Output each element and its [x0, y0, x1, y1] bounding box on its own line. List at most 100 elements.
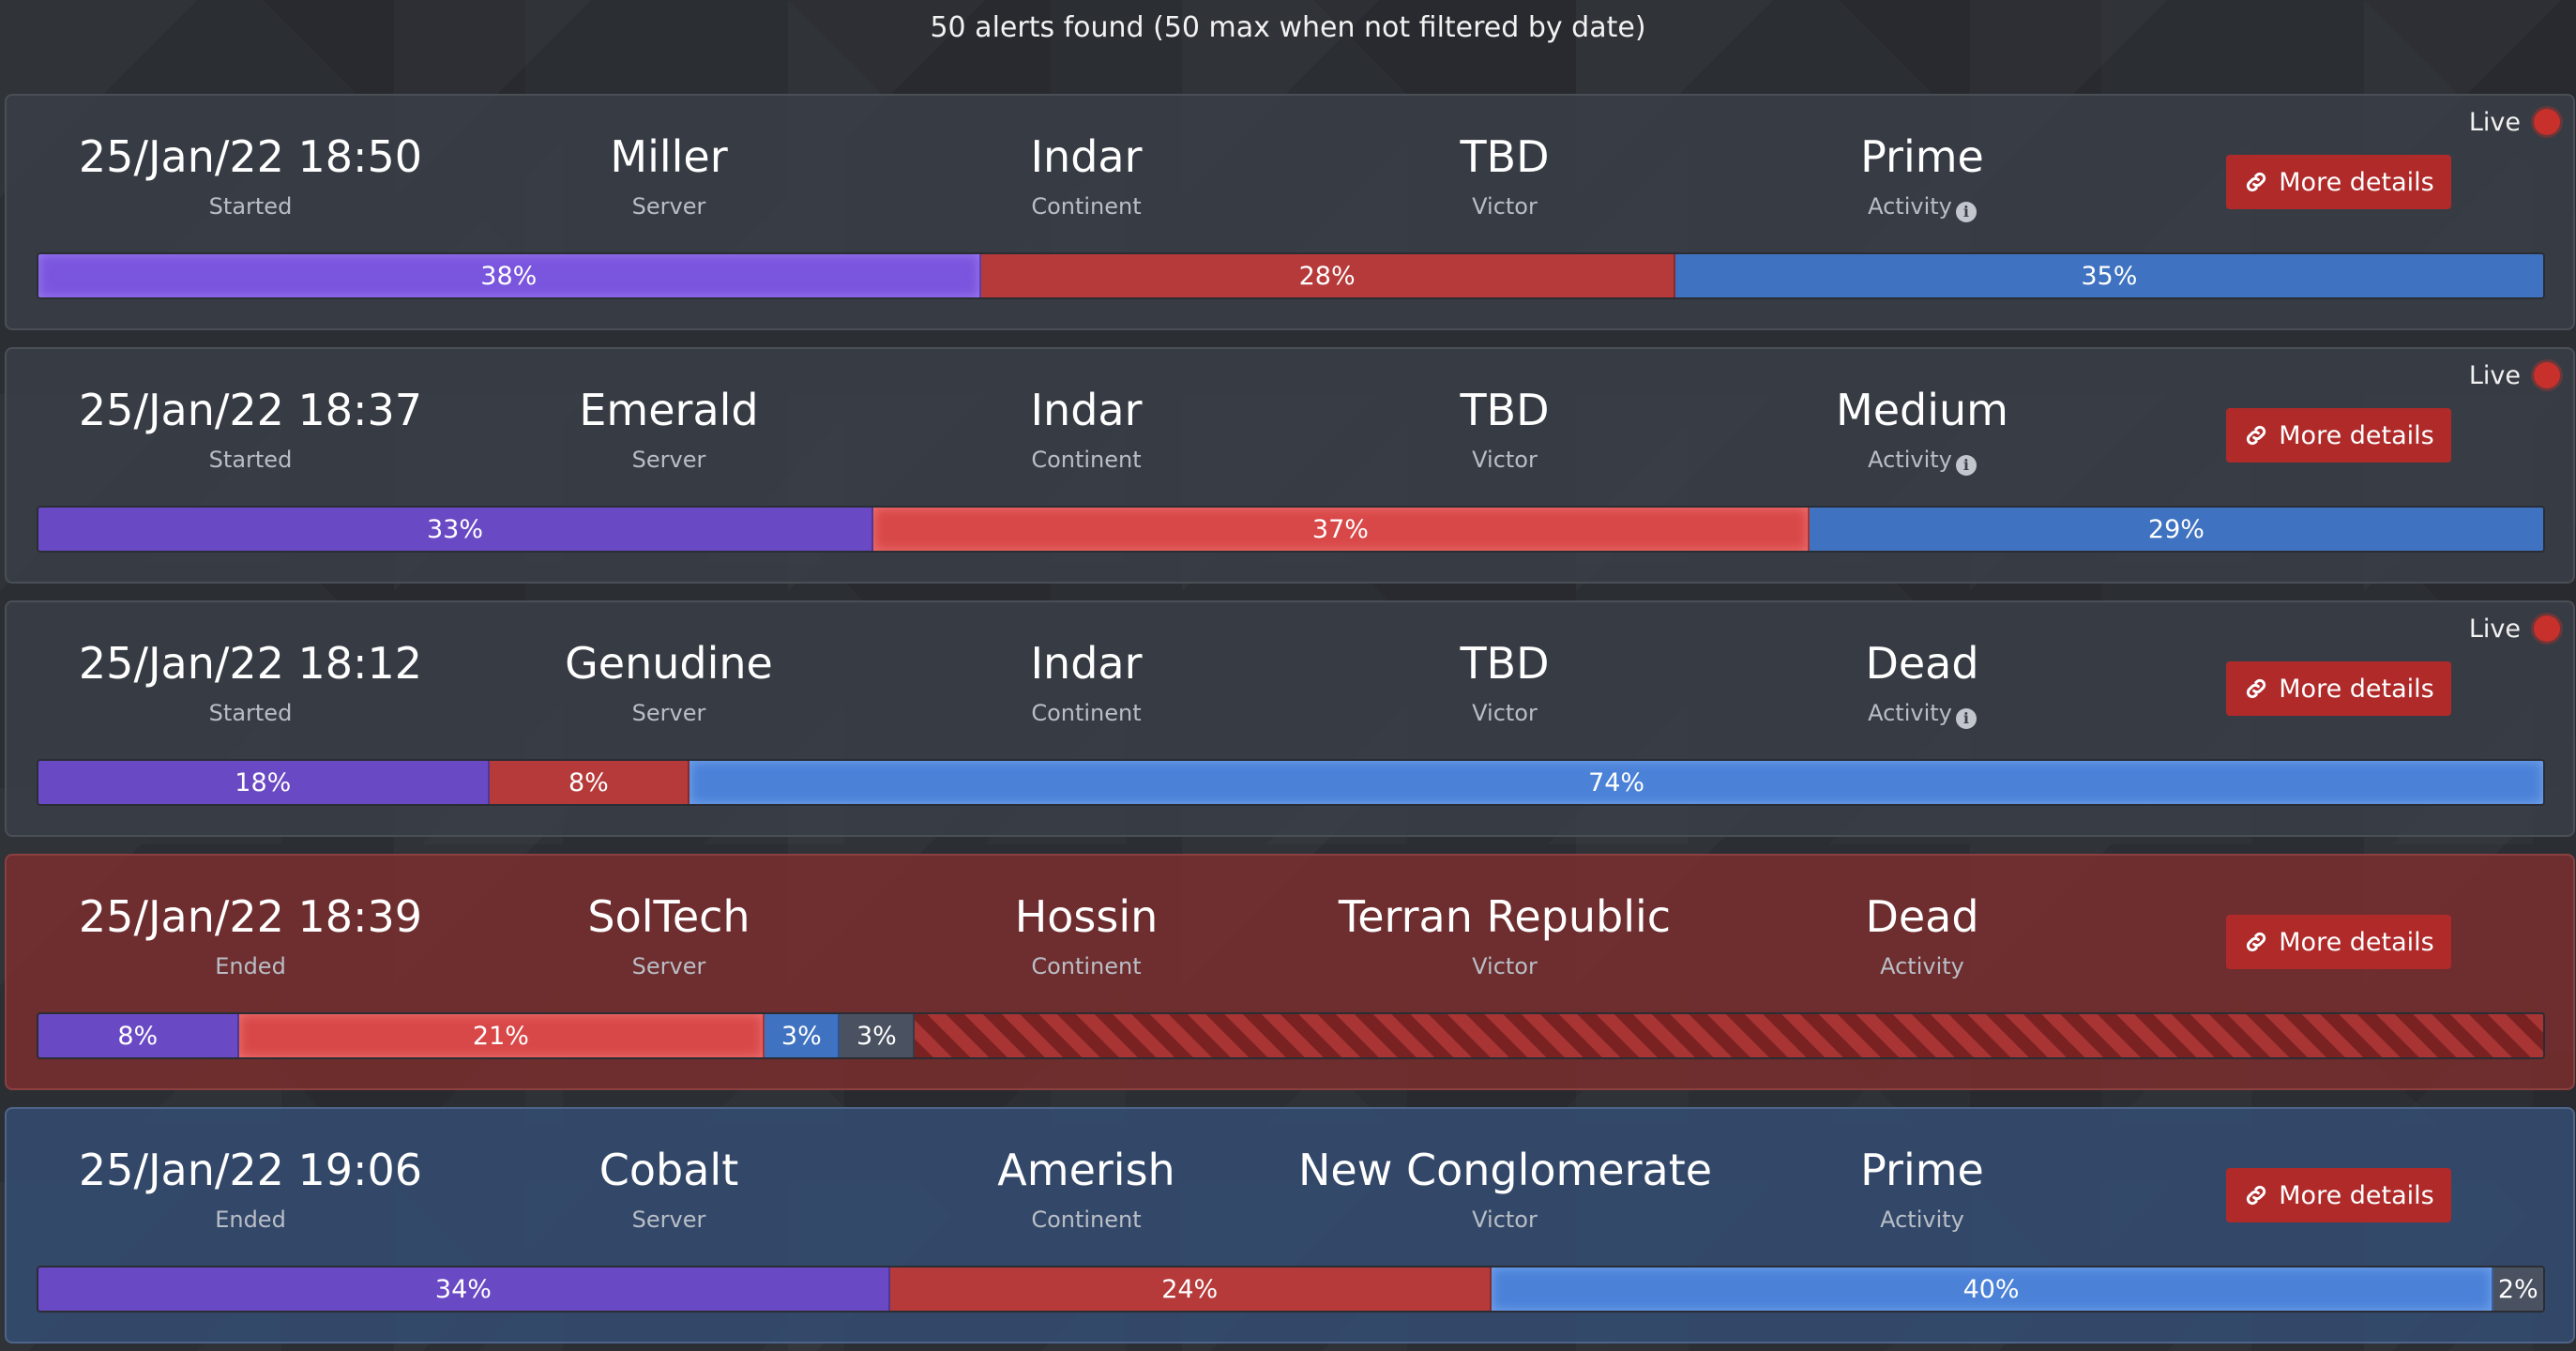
continent-name: Indar — [1030, 131, 1143, 182]
live-indicator: Live — [2469, 614, 2560, 644]
activity-label-text: Activity — [1880, 1207, 1964, 1233]
time-label: Ended — [215, 953, 286, 979]
time-label: Started — [208, 447, 293, 473]
victor-name: New Conglomerate — [1298, 1145, 1713, 1195]
link-icon — [2243, 1182, 2269, 1208]
alert-card: 25/Jan/22 19:06 Ended Cobalt Server Amer… — [5, 1107, 2575, 1343]
continent-label: Continent — [1031, 953, 1142, 979]
server-field: SolTech Server — [462, 889, 875, 983]
time-label: Started — [208, 700, 293, 726]
more-details-button[interactable]: More details — [2226, 1168, 2451, 1222]
server-name: SolTech — [587, 891, 750, 942]
bar-segment-nc: 3% — [765, 1014, 841, 1057]
link-icon — [2243, 929, 2269, 955]
bar-segment-nc: 35% — [1674, 254, 2543, 297]
bar-segment-ns: 3% — [840, 1014, 916, 1057]
alert-card: 25/Jan/22 18:12 Started Genudine Server … — [5, 600, 2575, 837]
activity-label-text: Activity — [1868, 447, 1952, 473]
more-details-label: More details — [2279, 1180, 2434, 1210]
victor-field: TBD Victor — [1298, 636, 1711, 730]
activity-level: Medium — [1836, 385, 2008, 435]
activity-level: Dead — [1865, 638, 1979, 689]
continent-field: Indar Continent — [880, 129, 1293, 223]
more-details-button[interactable]: More details — [2226, 408, 2451, 463]
server-field: Cobalt Server — [462, 1143, 875, 1237]
link-icon — [2243, 169, 2269, 195]
continent-label: Continent — [1031, 1207, 1142, 1233]
alert-card: 25/Jan/22 18:50 Started Miller Server In… — [5, 94, 2575, 330]
bar-segment-tr: 21% — [238, 1014, 765, 1057]
continent-name: Hossin — [1014, 891, 1159, 942]
bar-segment-ns: 2% — [2493, 1268, 2543, 1311]
bar-segment-vs: 34% — [38, 1268, 890, 1311]
bar-segment-nc: 29% — [1809, 508, 2543, 551]
continent-field: Amerish Continent — [880, 1143, 1293, 1237]
population-bar: 33% 37% 29% — [37, 506, 2545, 553]
population-bar: 38% 28% 35% — [37, 252, 2545, 299]
alert-time: 25/Jan/22 18:50 — [78, 131, 423, 182]
victor-label: Victor — [1472, 1207, 1538, 1233]
continent-label: Continent — [1031, 447, 1142, 473]
activity-level: Prime — [1860, 131, 1984, 182]
activity-level: Dead — [1865, 891, 1979, 942]
live-label: Live — [2468, 614, 2521, 644]
victor-field: TBD Victor — [1298, 129, 1711, 223]
info-icon[interactable]: i — [1955, 708, 1977, 729]
alert-time: 25/Jan/22 18:39 — [78, 891, 423, 942]
alert-time: 25/Jan/22 18:37 — [78, 385, 423, 435]
continent-name: Indar — [1030, 638, 1143, 689]
more-details-button[interactable]: More details — [2226, 661, 2451, 716]
bar-segment-vs: 18% — [38, 761, 490, 804]
victor-field: Terran Republic Victor — [1298, 889, 1711, 983]
victor-label: Victor — [1472, 953, 1538, 979]
live-indicator: Live — [2469, 107, 2560, 137]
activity-field: Prime Activity i — [1716, 129, 2129, 223]
more-details-button[interactable]: More details — [2226, 915, 2451, 969]
bar-segment-nc: 74% — [689, 761, 2543, 804]
time-field: 25/Jan/22 18:37 Started — [44, 383, 457, 477]
bar-segment-nc: 40% — [1491, 1268, 2493, 1311]
continent-label: Continent — [1031, 700, 1142, 726]
activity-label: Activity i — [1716, 696, 2129, 730]
alert-card: 25/Jan/22 18:37 Started Emerald Server I… — [5, 347, 2575, 584]
live-dot-icon — [2534, 615, 2560, 642]
bar-segment-tr: 8% — [489, 761, 690, 804]
bar-remaining-segment — [915, 1014, 2543, 1057]
activity-label-text: Activity — [1868, 700, 1952, 726]
server-field: Emerald Server — [462, 383, 875, 477]
server-label: Server — [631, 193, 706, 220]
server-label: Server — [631, 447, 706, 473]
more-details-button[interactable]: More details — [2226, 155, 2451, 209]
live-dot-icon — [2534, 109, 2560, 135]
server-name: Miller — [610, 131, 728, 182]
server-field: Genudine Server — [462, 636, 875, 730]
link-icon — [2243, 422, 2269, 448]
server-name: Cobalt — [599, 1145, 739, 1195]
victor-name: TBD — [1460, 385, 1550, 435]
alert-time: 25/Jan/22 18:12 — [78, 638, 423, 689]
activity-label: Activity i — [1716, 190, 2129, 223]
time-field: 25/Jan/22 18:39 Ended — [44, 889, 457, 983]
alert-card: 25/Jan/22 18:39 Ended SolTech Server Hos… — [5, 854, 2575, 1090]
victor-field: New Conglomerate Victor — [1298, 1143, 1713, 1237]
server-field: Miller Server — [462, 129, 875, 223]
server-label: Server — [631, 1207, 706, 1233]
continent-field: Indar Continent — [880, 383, 1293, 477]
victor-label: Victor — [1472, 700, 1538, 726]
continent-label: Continent — [1031, 193, 1142, 220]
info-icon[interactable]: i — [1955, 202, 1977, 222]
victor-label: Victor — [1472, 193, 1538, 220]
activity-label: Activity i — [1716, 443, 2129, 477]
more-details-label: More details — [2279, 674, 2434, 704]
victor-field: TBD Victor — [1298, 383, 1711, 477]
live-label: Live — [2468, 107, 2521, 137]
victor-name: TBD — [1460, 131, 1550, 182]
server-name: Genudine — [565, 638, 773, 689]
bar-segment-tr: 37% — [873, 508, 1810, 551]
activity-field: Medium Activity i — [1716, 383, 2129, 477]
bar-segment-vs: 33% — [38, 508, 873, 551]
bar-segment-tr: 24% — [889, 1268, 1492, 1311]
bar-segment-vs: 8% — [38, 1014, 239, 1057]
info-icon[interactable]: i — [1955, 455, 1977, 476]
activity-label-text: Activity — [1880, 953, 1964, 979]
